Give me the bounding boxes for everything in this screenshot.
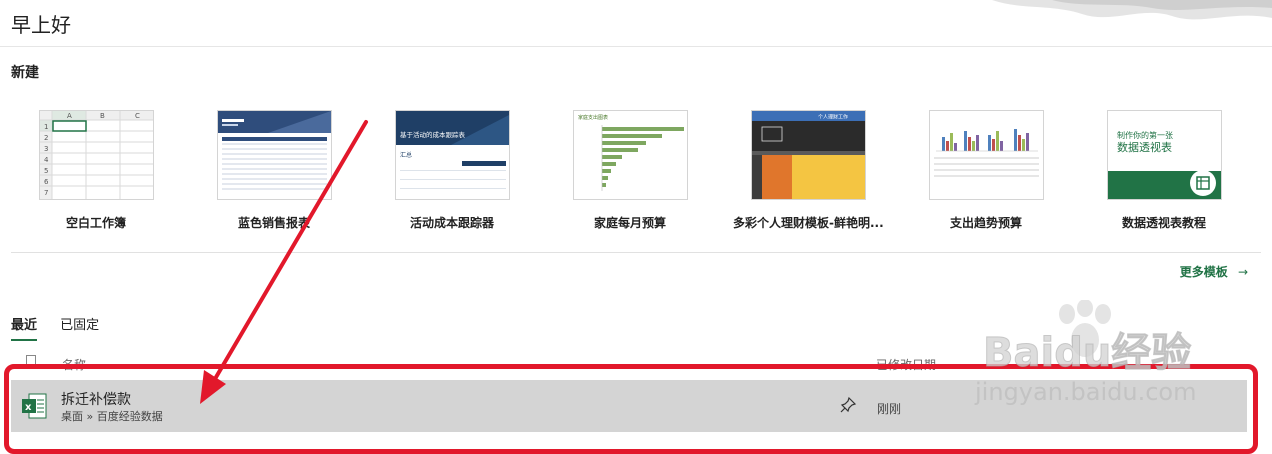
template-blank-workbook[interactable]: A B C 1 2 3 4 5 6 7 空白工作簿	[21, 110, 171, 231]
tab-pinned[interactable]: 已固定	[60, 314, 99, 339]
template-blue-sales-report[interactable]: 蓝色销售报表	[199, 110, 349, 231]
template-label: 数据透视表教程	[1121, 216, 1206, 230]
svg-text:A: A	[67, 112, 72, 120]
svg-text:7: 7	[44, 189, 48, 197]
personal-finance-thumbnail: 个人理财工作	[750, 110, 866, 200]
svg-text:3: 3	[44, 145, 48, 153]
family-budget-thumbnail: 家庭支出图表	[572, 110, 688, 200]
thumb-title: 基于活动的成本跟踪表	[400, 130, 466, 139]
column-modified-header[interactable]: 已修改日期	[876, 356, 936, 373]
pin-icon[interactable]	[839, 396, 857, 414]
tab-recent[interactable]: 最近	[11, 314, 38, 341]
excel-file-icon: x	[22, 393, 47, 419]
svg-text:6: 6	[44, 178, 49, 186]
expense-trend-thumbnail	[928, 110, 1044, 200]
section-divider	[11, 252, 1261, 253]
thumb-line-1: 制作你的第一张	[1117, 130, 1173, 140]
blue-sales-report-thumbnail	[216, 110, 332, 200]
file-name: 拆迁补偿款	[61, 392, 131, 408]
template-label: 活动成本跟踪器	[409, 216, 494, 230]
more-templates-label: 更多模板	[1179, 265, 1228, 279]
template-label: 支出趋势预算	[949, 216, 1022, 230]
template-pivot-table-tutorial[interactable]: 制作你的第一张 数据透视表 数据透视表教程	[1089, 110, 1239, 231]
thumb-subtitle: 汇总	[400, 151, 412, 159]
watermark-brand: Baidu经验	[983, 330, 1191, 376]
svg-text:1: 1	[44, 123, 48, 131]
file-modified-time: 刚刚	[877, 402, 902, 416]
svg-text:C: C	[135, 112, 140, 120]
recent-tabs: 最近 已固定	[11, 314, 117, 341]
thumb-title: 家庭支出图表	[578, 114, 608, 121]
recent-file-row[interactable]: x 拆迁补偿款 桌面 » 百度经验数据 刚刚	[11, 380, 1247, 432]
template-label: 蓝色销售报表	[237, 216, 310, 230]
svg-text:x: x	[25, 402, 32, 413]
header-decoration	[992, 0, 1272, 20]
template-label: 空白工作簿	[65, 216, 126, 230]
pivot-table-thumbnail: 制作你的第一张 数据透视表	[1106, 110, 1222, 200]
thumb-line-2: 数据透视表	[1117, 140, 1172, 154]
template-activity-cost-tracker[interactable]: 基于活动的成本跟踪表 汇总 活动成本跟踪器	[377, 110, 527, 231]
activity-cost-tracker-thumbnail: 基于活动的成本跟踪表 汇总	[394, 110, 510, 200]
arrow-right-icon: →	[1237, 265, 1248, 279]
new-section-title: 新建	[11, 65, 39, 81]
file-path: 桌面 » 百度经验数据	[61, 410, 163, 423]
template-expense-trend[interactable]: 支出趋势预算	[911, 110, 1061, 231]
template-label: 多彩个人理财模板-鲜艳明...	[733, 216, 884, 230]
svg-text:B: B	[100, 112, 105, 120]
template-label: 家庭每月预算	[593, 216, 666, 230]
header: 早上好	[0, 0, 1272, 47]
svg-text:4: 4	[44, 156, 49, 164]
blank-workbook-thumbnail: A B C 1 2 3 4 5 6 7	[38, 110, 154, 200]
thumb-title: 个人理财工作	[818, 114, 848, 121]
column-name-header[interactable]: 名称	[62, 356, 86, 373]
template-personal-finance[interactable]: 个人理财工作 多彩个人理财模板-鲜艳明...	[733, 110, 884, 231]
template-family-budget[interactable]: 家庭支出图表 家庭每月预算	[555, 110, 705, 231]
greeting: 早上好	[11, 13, 71, 37]
svg-text:5: 5	[44, 167, 48, 175]
file-type-icon	[26, 355, 36, 368]
more-templates-link[interactable]: 更多模板 →	[1180, 263, 1248, 280]
svg-text:2: 2	[44, 134, 48, 142]
